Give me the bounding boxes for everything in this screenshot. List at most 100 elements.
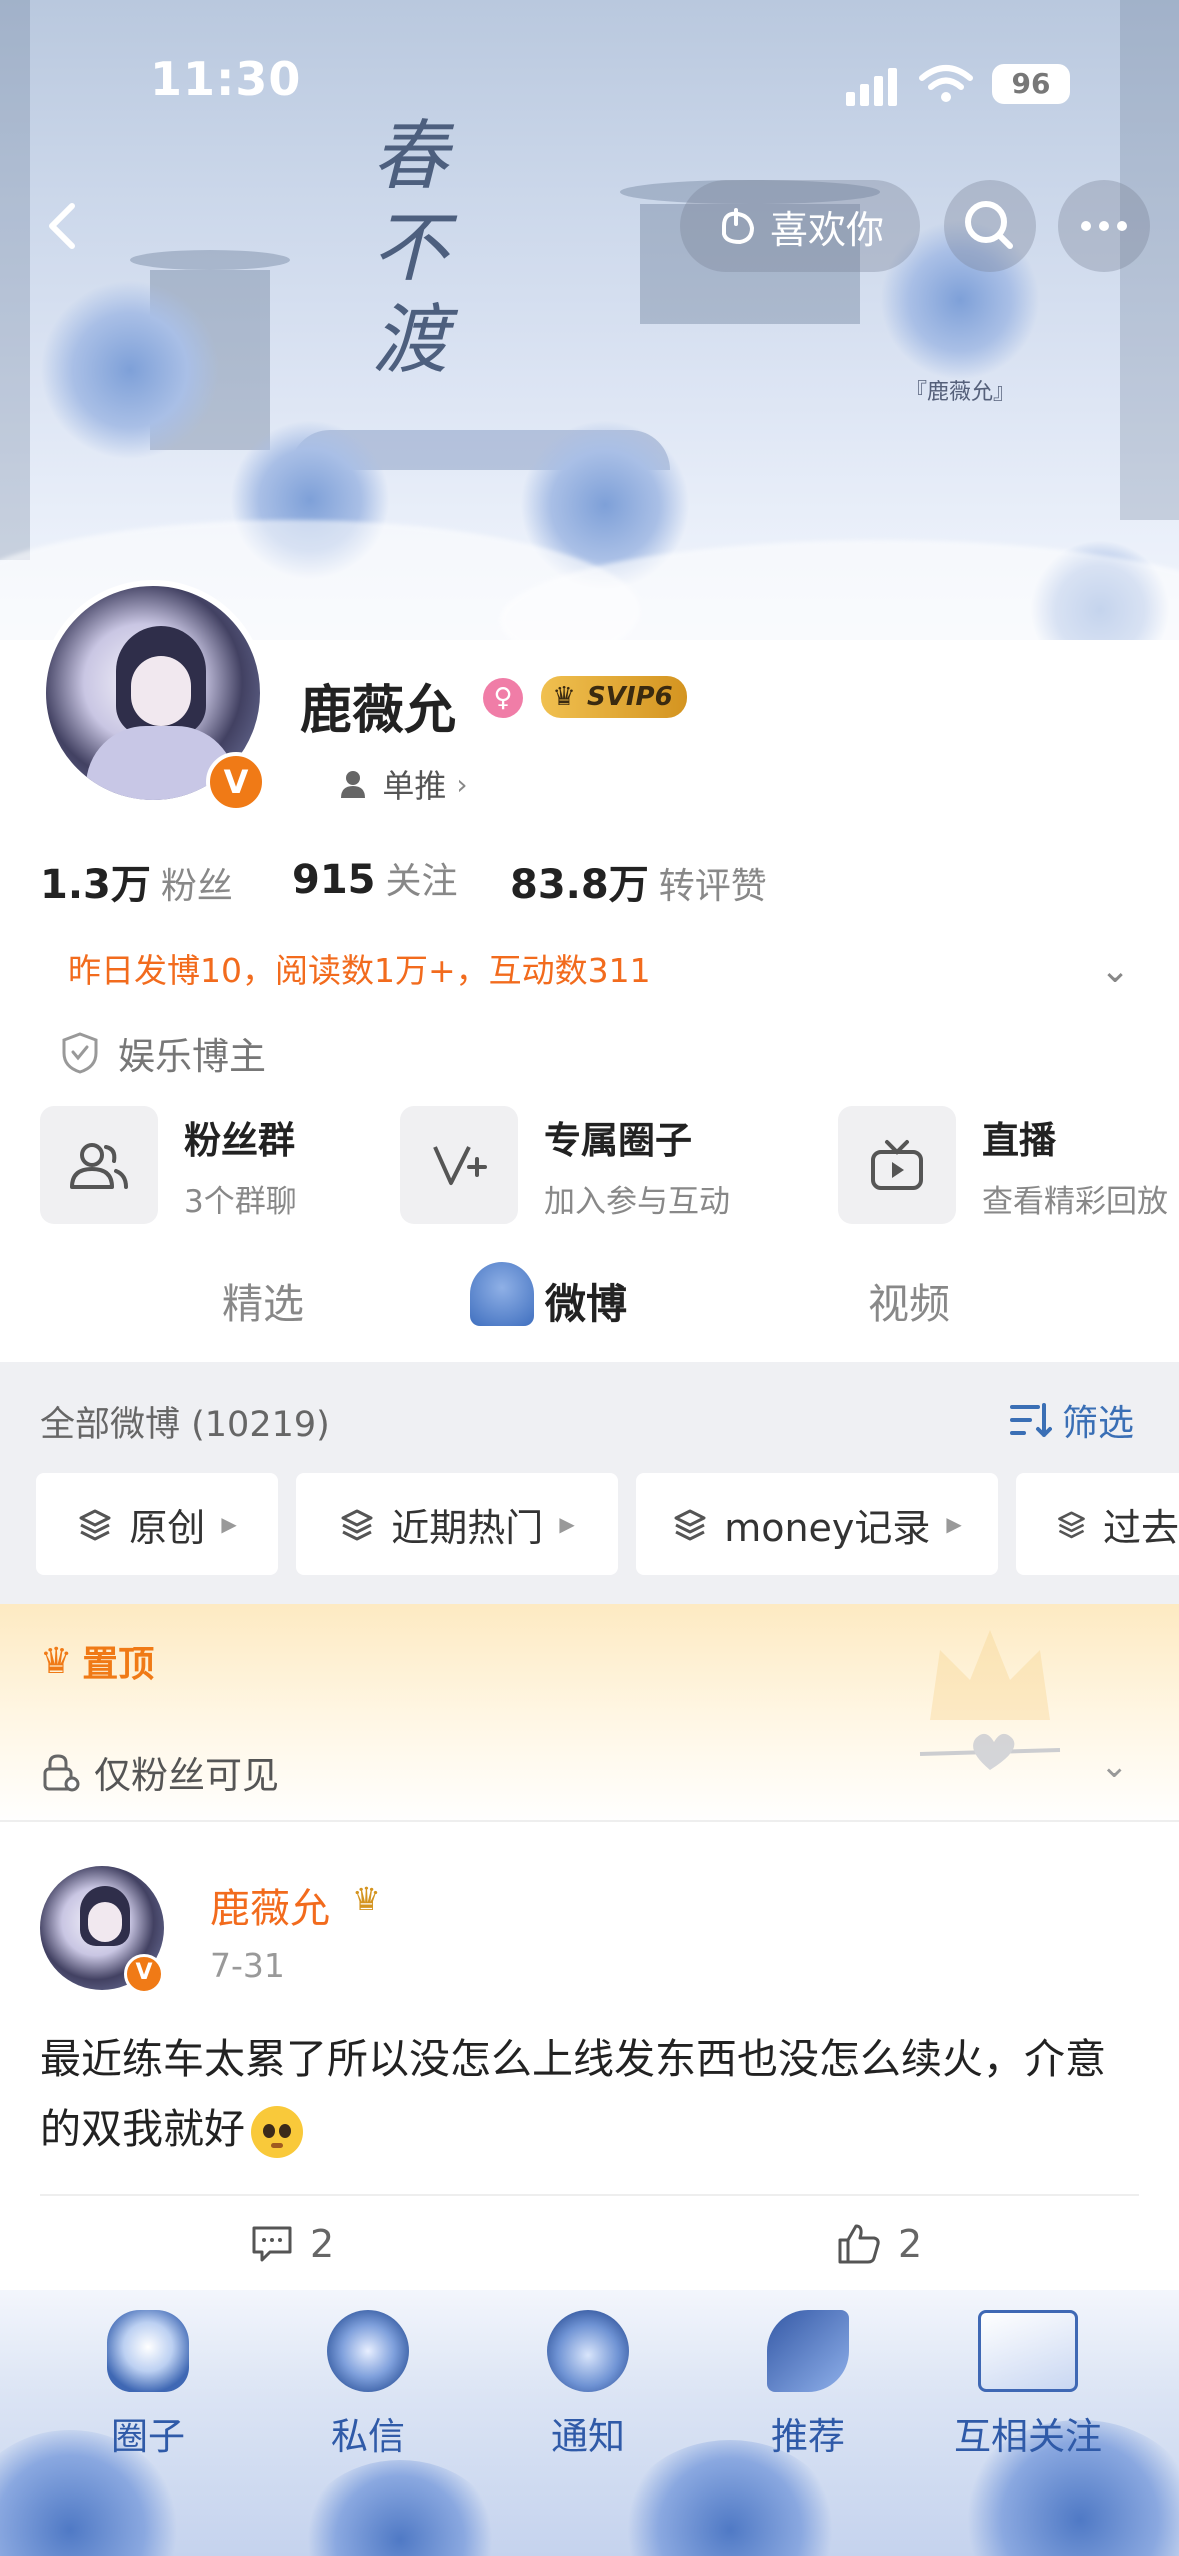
- signal-icon: [846, 92, 855, 106]
- female-icon: ♀: [483, 678, 523, 718]
- like-button[interactable]: 2: [836, 2222, 922, 2266]
- stat-following[interactable]: 915 关注: [292, 852, 458, 904]
- search-icon: [965, 201, 1013, 249]
- comment-count: 2: [310, 2222, 335, 2266]
- stat-value: 83.8万: [510, 862, 649, 908]
- umbrella-icon: [470, 1262, 534, 1326]
- layers-icon: [674, 1509, 706, 1541]
- quick-action-title: 直播: [982, 1118, 1056, 1162]
- divider: [0, 1820, 1179, 1822]
- thumbs-up-icon: [838, 2224, 880, 2264]
- quick-action-title: 专属圈子: [544, 1118, 692, 1162]
- status-time: 11:30: [150, 52, 302, 106]
- single-support-button[interactable]: 单推 ›: [302, 754, 504, 814]
- category-row[interactable]: 娱乐博主: [60, 1026, 266, 1080]
- svip-badge[interactable]: ♛ SVIP6: [541, 676, 687, 718]
- flower-icon: [327, 2310, 409, 2392]
- nav-label: 推荐: [771, 2415, 845, 2458]
- group-icon: [40, 1106, 158, 1224]
- vase-icon: [107, 2310, 189, 2392]
- nav-label: 通知: [551, 2415, 625, 2458]
- chip-label: 过去: [1102, 1505, 1179, 1550]
- battery-indicator: 96: [992, 64, 1070, 104]
- layers-icon: [1058, 1511, 1085, 1539]
- yesterday-summary[interactable]: 昨日发博10，阅读数1万+，互动数311: [40, 940, 680, 1002]
- tab-featured[interactable]: 精选: [222, 1270, 304, 1330]
- crown-icon: ♛: [40, 1640, 73, 1682]
- post-text-content: 最近练车太累了所以没怎么上线发东西也没怎么续火，介意的双我就好: [40, 2035, 1106, 2153]
- chip-arrow-icon: ▶: [946, 1512, 962, 1536]
- nav-circle[interactable]: 圈子: [58, 2310, 238, 2460]
- chip-money-record[interactable]: money记录 ▶: [636, 1473, 998, 1575]
- more-button[interactable]: [1058, 180, 1150, 272]
- svip-label: SVIP6: [587, 682, 673, 712]
- quick-action-subtitle: 3个群聊: [184, 1183, 297, 1220]
- stat-interactions[interactable]: 83.8万 转评赞: [510, 852, 767, 910]
- bottom-tab-bar: 圈子 私信 通知 推荐 互相关注: [0, 2290, 1179, 2556]
- circle-plus-icon: [400, 1106, 518, 1224]
- more-dots-icon: [1081, 221, 1127, 231]
- nav-notifications[interactable]: 通知: [498, 2310, 678, 2460]
- like-count: 2: [898, 2222, 923, 2266]
- nav-mutual-follow[interactable]: 互相关注: [938, 2310, 1118, 2460]
- fans-only-row: 仅粉丝可见: [40, 1745, 279, 1799]
- quick-action-subtitle: 加入参与互动: [544, 1183, 730, 1220]
- nav-label: 私信: [331, 2415, 405, 2458]
- quick-action-title: 粉丝群: [184, 1118, 295, 1162]
- filter-label: 筛选: [1062, 1403, 1135, 1444]
- comment-icon: [252, 2226, 292, 2262]
- book-icon: [978, 2310, 1078, 2392]
- quick-action-live[interactable]: 直播 查看精彩回放: [838, 1106, 1168, 1224]
- quick-action-circle[interactable]: 专属圈子 加入参与互动: [400, 1106, 730, 1224]
- divider: [40, 2194, 1139, 2196]
- nav-recommend[interactable]: 推荐: [718, 2310, 898, 2460]
- quick-action-subtitle: 查看精彩回放: [982, 1183, 1168, 1220]
- lock-icon: [43, 1754, 80, 1792]
- chip-original[interactable]: 原创 ▶: [36, 1473, 278, 1575]
- pouch-icon: [547, 2310, 629, 2392]
- pinned-label: 置顶: [82, 1644, 155, 1685]
- pleading-face-emoji-icon: [251, 2106, 303, 2158]
- single-support-label: 单推: [382, 767, 447, 805]
- chip-past[interactable]: 过去: [1016, 1473, 1179, 1575]
- stat-value: 915: [292, 857, 376, 903]
- fans-only-label: 仅粉丝可见: [94, 1754, 279, 1797]
- post-date: 7-31: [210, 1946, 285, 1985]
- heart-arrow-decoration-icon: [910, 1714, 1070, 1784]
- stat-label: 关注: [385, 861, 458, 902]
- pinned-label-row: ♛ 置顶: [40, 1635, 154, 1687]
- like-you-button[interactable]: 喜欢你: [680, 180, 920, 272]
- post-text[interactable]: 最近练车太累了所以没怎么上线发东西也没怎么续火，介意的双我就好: [40, 2024, 1140, 2164]
- chip-arrow-icon: ▶: [221, 1512, 237, 1536]
- crown-icon: ♛: [552, 682, 576, 712]
- post-author-name[interactable]: 鹿薇允: [210, 1876, 330, 1934]
- quick-action-fan-group[interactable]: 粉丝群 3个群聊: [40, 1106, 297, 1224]
- chip-label: money记录: [724, 1505, 931, 1550]
- tab-video[interactable]: 视频: [868, 1270, 950, 1330]
- stat-value: 1.3万: [40, 862, 151, 908]
- stat-followers[interactable]: 1.3万 粉丝: [40, 852, 233, 910]
- banner-signature: 『鹿薇允』: [905, 380, 1016, 405]
- status-icons: 96: [846, 62, 1076, 106]
- comment-button[interactable]: 2: [250, 2222, 334, 2266]
- nav-messages[interactable]: 私信: [278, 2310, 458, 2460]
- banner-calligraphy-title: 春不渡: [372, 111, 448, 384]
- tab-weibo[interactable]: 微博: [545, 1270, 627, 1330]
- filter-button[interactable]: 筛选: [1010, 1394, 1134, 1446]
- filter-icon: [1010, 1403, 1052, 1437]
- chip-label: 原创: [129, 1505, 206, 1550]
- nav-label: 圈子: [111, 2415, 185, 2458]
- verified-badge-icon: V: [206, 752, 266, 812]
- tv-icon: [838, 1106, 956, 1224]
- like-hand-icon: [721, 208, 754, 245]
- chevron-down-icon[interactable]: ⌄: [1100, 950, 1130, 991]
- chevron-down-icon[interactable]: ⌄: [1100, 1746, 1129, 1786]
- butterfly-icon: [767, 2310, 849, 2392]
- search-button[interactable]: [944, 180, 1036, 272]
- profile-name: 鹿薇允: [300, 681, 457, 741]
- layers-icon: [79, 1509, 111, 1541]
- shield-icon: [62, 1032, 98, 1074]
- back-button[interactable]: [22, 180, 114, 272]
- stat-label: 粉丝: [160, 866, 233, 907]
- chip-recent-hot[interactable]: 近期热门 ▶: [296, 1473, 618, 1575]
